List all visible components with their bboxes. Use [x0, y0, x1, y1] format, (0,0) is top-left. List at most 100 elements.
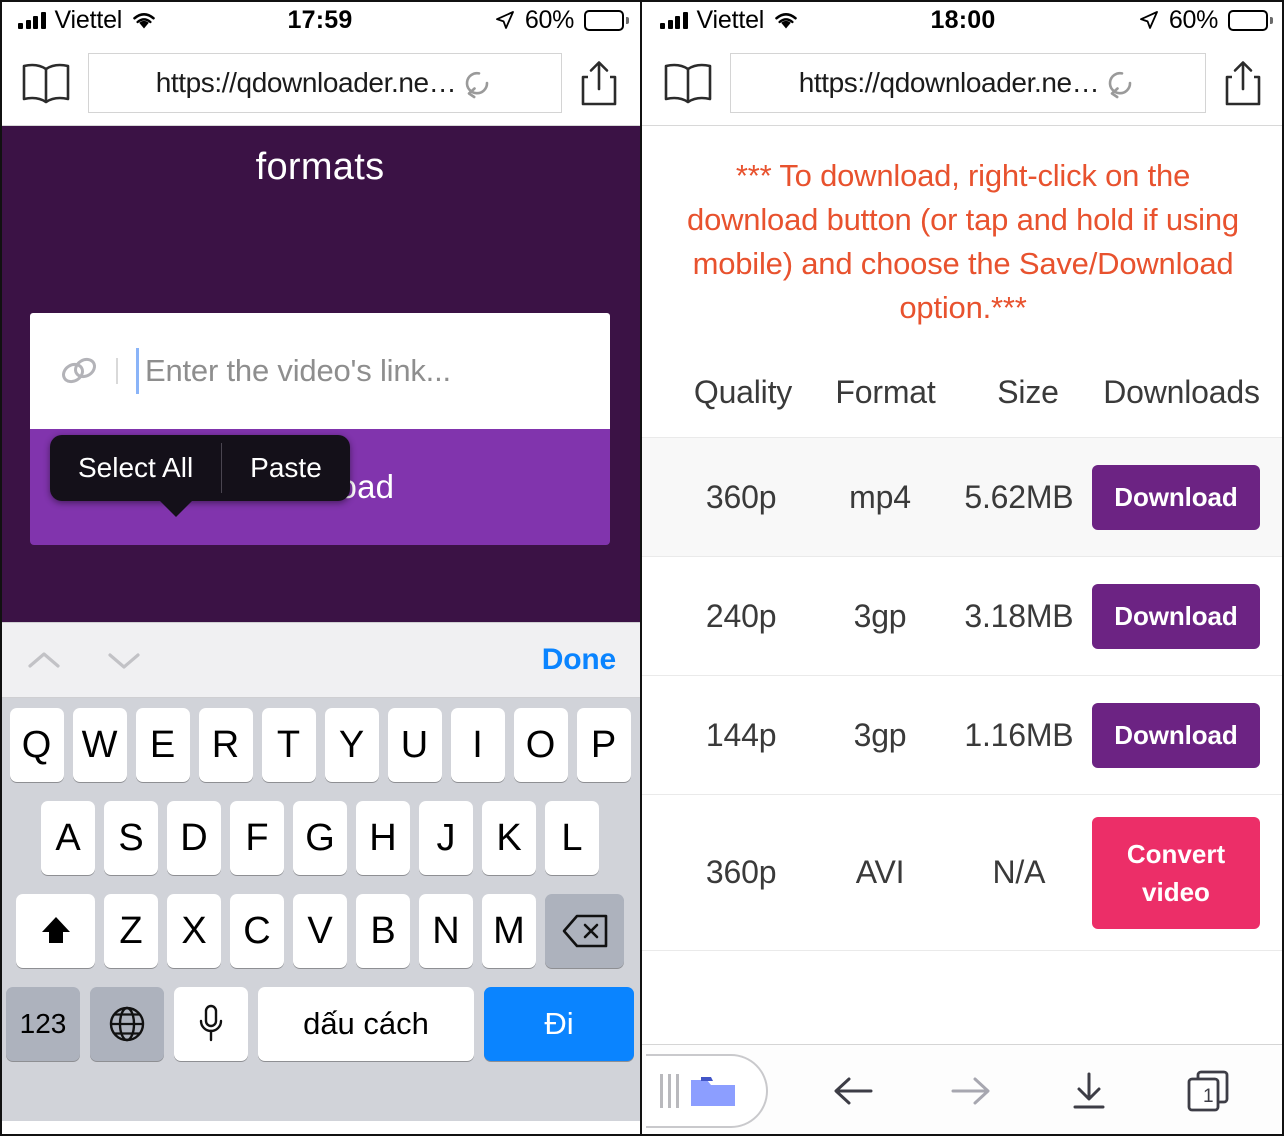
key-t[interactable]: T	[261, 708, 316, 782]
microphone-icon[interactable]	[174, 987, 248, 1061]
key-f[interactable]: F	[230, 801, 284, 875]
folder-icon[interactable]	[689, 1072, 737, 1110]
select-all-button[interactable]: Select All	[50, 435, 221, 501]
key-g[interactable]: G	[293, 801, 347, 875]
cell-action: Download	[1092, 583, 1260, 649]
go-key[interactable]: Đi	[484, 987, 634, 1061]
clock-label: 18:00	[930, 5, 996, 34]
url-bar[interactable]: https://qdownloader.ne…	[88, 52, 562, 113]
cell-size: N/A	[992, 854, 1046, 890]
key-p[interactable]: P	[576, 708, 631, 782]
on-screen-keyboard: Q W E R T Y U I O P A S D F G H J K L Z …	[0, 698, 640, 1121]
share-icon[interactable]	[1222, 59, 1264, 107]
context-menu-pointer	[158, 499, 194, 517]
key-m[interactable]: M	[482, 894, 536, 968]
key-u[interactable]: U	[387, 708, 442, 782]
dual-screenshot-container: Viettel 17:59 60% https://qdownloader.ne…	[0, 0, 1284, 1136]
downloads-popup[interactable]	[646, 1053, 768, 1128]
key-x[interactable]: X	[167, 894, 221, 968]
left-phone-screen: Viettel 17:59 60% https://qdownloader.ne…	[0, 0, 642, 1136]
right-bottom-toolbar: 1	[642, 1044, 1284, 1136]
left-browser-toolbar: https://qdownloader.ne…	[0, 40, 640, 126]
key-v[interactable]: V	[293, 894, 347, 968]
key-o[interactable]: O	[513, 708, 568, 782]
chevron-up-icon[interactable]	[24, 648, 64, 672]
keyboard-done-button[interactable]: Done	[542, 643, 616, 677]
table-row: 144p 3gp 1.16MB Download	[642, 675, 1284, 794]
cell-format: mp4	[849, 478, 911, 515]
key-z[interactable]: Z	[104, 894, 158, 968]
tab-count-label: 1	[1203, 1086, 1214, 1107]
download-arrow-icon[interactable]	[1065, 1067, 1113, 1115]
keyboard-row-1: Q W E R T Y U I O P	[3, 708, 637, 782]
key-q[interactable]: Q	[9, 708, 64, 782]
left-status-bar: Viettel 17:59 60%	[0, 0, 640, 40]
table-row: 360p mp4 5.62MB Download	[642, 437, 1284, 556]
header-size: Size	[997, 374, 1059, 410]
url-bar[interactable]: https://qdownloader.ne…	[730, 52, 1206, 113]
link-icon	[58, 354, 100, 388]
download-card: Select All Paste Enter the video's link.…	[30, 313, 610, 545]
key-a[interactable]: A	[41, 801, 95, 875]
book-icon[interactable]	[662, 61, 714, 105]
key-i[interactable]: I	[450, 708, 505, 782]
convert-video-button[interactable]: Convert video	[1092, 816, 1260, 929]
key-b[interactable]: B	[356, 894, 410, 968]
battery-icon	[584, 9, 629, 31]
reload-icon[interactable]	[460, 66, 494, 100]
cell-quality: 144p	[705, 716, 777, 753]
download-button[interactable]: Download	[1092, 702, 1260, 768]
cell-quality: 240p	[705, 597, 777, 634]
cell-action: Convert video	[1092, 816, 1260, 929]
browser-nav-controls: 1	[768, 1066, 1284, 1116]
book-icon[interactable]	[20, 61, 72, 105]
key-c[interactable]: C	[230, 894, 284, 968]
cell-quality: 360p	[705, 478, 777, 515]
table-row: 240p 3gp 3.18MB Download	[642, 556, 1284, 675]
shift-arrow-icon[interactable]	[16, 894, 95, 968]
arrow-right-icon[interactable]	[947, 1067, 995, 1115]
qdownloader-page: formats Select All Paste Enter the video…	[0, 126, 640, 622]
keyboard-row-4: 123 dấu cách Đi	[3, 987, 637, 1061]
key-d[interactable]: D	[167, 801, 221, 875]
tabs-icon[interactable]: 1	[1183, 1066, 1233, 1116]
header-downloads: Downloads	[1103, 374, 1260, 410]
cell-format: 3gp	[853, 716, 907, 753]
space-key[interactable]: dấu cách	[258, 987, 474, 1061]
numbers-key[interactable]: 123	[6, 987, 80, 1061]
key-s[interactable]: S	[104, 801, 158, 875]
chevron-down-icon[interactable]	[104, 648, 144, 672]
cell-size: 3.18MB	[964, 597, 1074, 634]
table-header-row: Quality Format Size Downloads	[642, 374, 1284, 437]
key-r[interactable]: R	[198, 708, 253, 782]
key-k[interactable]: K	[482, 801, 536, 875]
keyboard-accessory-bar: Done	[0, 622, 640, 698]
key-w[interactable]: W	[72, 708, 127, 782]
key-l[interactable]: L	[545, 801, 599, 875]
video-link-input-row[interactable]: Enter the video's link...	[30, 313, 610, 429]
key-e[interactable]: E	[135, 708, 190, 782]
download-instructions-notice: *** To download, right-click on the down…	[687, 158, 1239, 325]
key-n[interactable]: N	[419, 894, 473, 968]
page-title: formats	[255, 146, 385, 188]
video-link-input[interactable]: Enter the video's link...	[145, 353, 451, 389]
download-button[interactable]: Download	[1092, 464, 1260, 530]
drag-handle-icon[interactable]	[660, 1073, 679, 1108]
right-frame-top	[642, 0, 1284, 2]
key-h[interactable]: H	[356, 801, 410, 875]
key-y[interactable]: Y	[324, 708, 379, 782]
cell-format: AVI	[855, 854, 905, 890]
cell-action: Download	[1092, 464, 1260, 530]
reload-icon[interactable]	[1103, 66, 1137, 100]
share-icon[interactable]	[578, 59, 620, 107]
header-quality: Quality	[693, 374, 793, 410]
left-frame-left	[0, 0, 2, 1136]
backspace-icon[interactable]	[545, 894, 624, 968]
globe-icon[interactable]	[90, 987, 164, 1061]
arrow-left-icon[interactable]	[829, 1067, 877, 1115]
right-status-bar: Viettel 18:00 60%	[642, 0, 1284, 40]
paste-button[interactable]: Paste	[222, 435, 350, 501]
cell-size: 5.62MB	[964, 478, 1074, 515]
download-button[interactable]: Download	[1092, 583, 1260, 649]
key-j[interactable]: J	[419, 801, 473, 875]
